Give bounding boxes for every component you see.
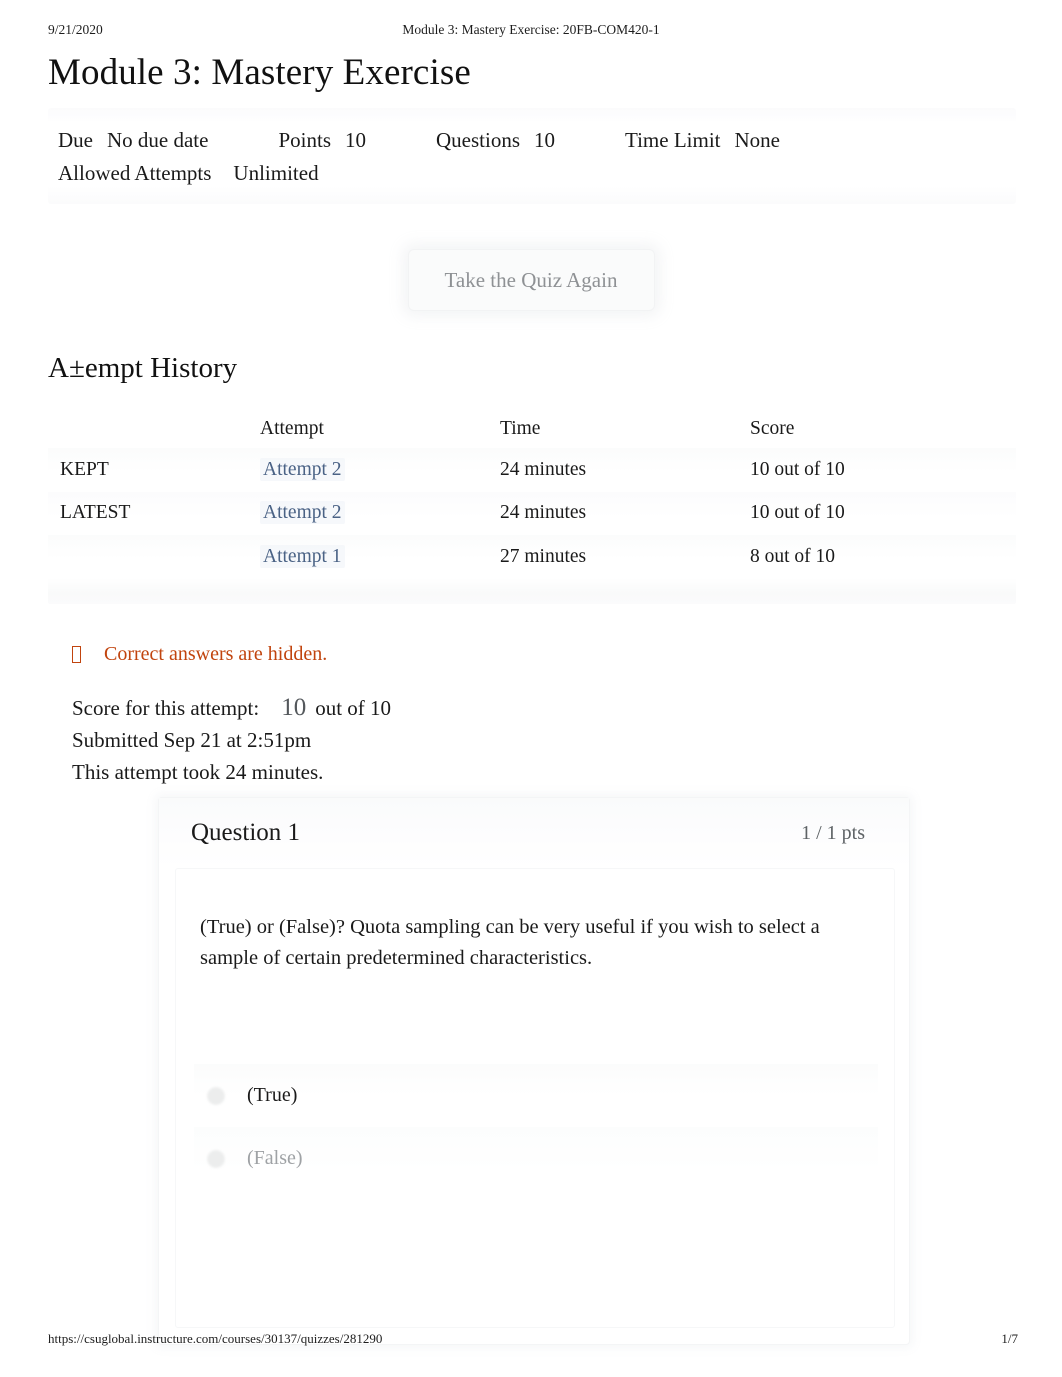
footer-url: https://csuglobal.instructure.com/course… <box>48 1331 383 1346</box>
quiz-details-row-primary: Due No due date Points 10 Questions 10 T… <box>58 124 1006 157</box>
questions-label: Questions <box>436 128 520 152</box>
score-for-attempt-line: Score for this attempt: 10 out of 10 <box>72 692 391 724</box>
attempt-time: 24 minutes <box>500 502 587 524</box>
page-title: Module 3: Mastery Exercise <box>48 52 471 93</box>
question-title: Question 1 <box>191 819 301 846</box>
hidden-answers-warning-text: Correct answers are hidden. <box>104 643 328 665</box>
table-header-row: Attempt Time Score <box>48 410 1016 448</box>
answer-label: (False) <box>247 1147 303 1169</box>
attempt-history-footer-band <box>48 578 1016 604</box>
attempt-score: 8 out of 10 <box>750 545 836 567</box>
attempt-score-summary: Score for this attempt: 10 out of 10 Sub… <box>72 692 391 788</box>
question-header: Question 1 1 / 1 pts <box>159 798 909 868</box>
allowed-attempts-value: Unlimited <box>233 161 319 185</box>
attempt-history-heading: A±empt History <box>48 352 238 384</box>
column-header-time: Time <box>500 418 541 439</box>
attempt-tag: LATEST <box>60 502 131 524</box>
points-label: Points <box>278 128 331 152</box>
column-header-attempt: Attempt <box>260 418 324 439</box>
table-row: LATEST Attempt 2 24 minutes 10 out of 10 <box>48 491 1016 536</box>
time-limit-value: None <box>734 128 781 152</box>
table-row: KEPT Attempt 2 24 minutes 10 out of 10 <box>48 448 1016 492</box>
attempt-cell: Attempt 1 <box>260 535 500 579</box>
column-header-tag <box>48 410 260 448</box>
quiz-details-row-secondary: Allowed Attempts Unlimited <box>58 157 1006 190</box>
table-row: Attempt 1 27 minutes 8 out of 10 <box>48 535 1016 579</box>
print-document-title: Module 3: Mastery Exercise: 20FB-COM420-… <box>402 22 660 37</box>
duration-line: This attempt took 24 minutes. <box>72 760 324 784</box>
radio-button-icon[interactable] <box>207 1149 225 1168</box>
radio-button-icon[interactable] <box>207 1086 225 1105</box>
attempt-score: 10 out of 10 <box>750 458 845 480</box>
attempt-time: 27 minutes <box>500 545 587 567</box>
attempt-cell: Attempt 2 <box>260 448 500 492</box>
score-value: 10 <box>281 694 307 721</box>
allowed-attempts-label: Allowed Attempts <box>58 161 212 185</box>
score-label: Score for this attempt: <box>72 696 260 720</box>
time-limit-label: Time Limit <box>625 128 721 152</box>
attempt-tag <box>48 535 260 579</box>
answer-option-false[interactable]: (False) <box>194 1127 878 1190</box>
attempt-link[interactable]: Attempt 1 <box>260 544 345 568</box>
attempt-history-table: Attempt Time Score KEPT Attempt 2 24 min… <box>48 410 1016 579</box>
due-label: Due <box>58 128 93 152</box>
attempt-cell: Attempt 2 <box>260 492 500 536</box>
attempt-link[interactable]: Attempt 2 <box>260 501 345 525</box>
questions-value: 10 <box>534 128 555 152</box>
attempt-score: 10 out of 10 <box>750 502 845 524</box>
retake-quiz-container: Take the Quiz Again <box>0 249 1062 311</box>
footer-page-number: 1/7 <box>1001 1331 1018 1346</box>
question-text: (True) or (False)? Quota sampling can be… <box>200 916 820 969</box>
due-value: No due date <box>107 128 209 152</box>
question-card: Question 1 1 / 1 pts (True) or (False)? … <box>158 797 910 1345</box>
attempt-link[interactable]: Attempt 2 <box>260 457 345 481</box>
answer-options-list: (True) (False) <box>194 1064 878 1190</box>
question-body: (True) or (False)? Quota sampling can be… <box>175 868 895 1328</box>
points-value: 10 <box>345 128 366 152</box>
column-header-score: Score <box>750 418 795 439</box>
answer-option-true[interactable]: (True) <box>194 1064 878 1127</box>
attempt-history-table-head: Attempt Time Score <box>48 410 1016 448</box>
question-points: 1 / 1 pts <box>801 821 865 844</box>
attempt-history-table-body: KEPT Attempt 2 24 minutes 10 out of 10 L… <box>48 448 1016 579</box>
missing-glyph-box-icon <box>72 646 81 663</box>
attempt-tag: KEPT <box>60 458 109 480</box>
print-header: 9/21/2020 Module 3: Mastery Exercise: 20… <box>0 22 1062 42</box>
attempt-time: 24 minutes <box>500 458 587 480</box>
submitted-line: Submitted Sep 21 at 2:51pm <box>72 728 312 752</box>
print-footer: https://csuglobal.instructure.com/course… <box>0 1331 1062 1349</box>
answer-label: (True) <box>247 1084 298 1106</box>
quiz-details-band: Due No due date Points 10 Questions 10 T… <box>48 108 1016 204</box>
take-quiz-again-button[interactable]: Take the Quiz Again <box>407 249 655 311</box>
score-out-of: out of 10 <box>315 696 392 720</box>
hidden-answers-warning: Correct answers are hidden. <box>72 643 327 666</box>
